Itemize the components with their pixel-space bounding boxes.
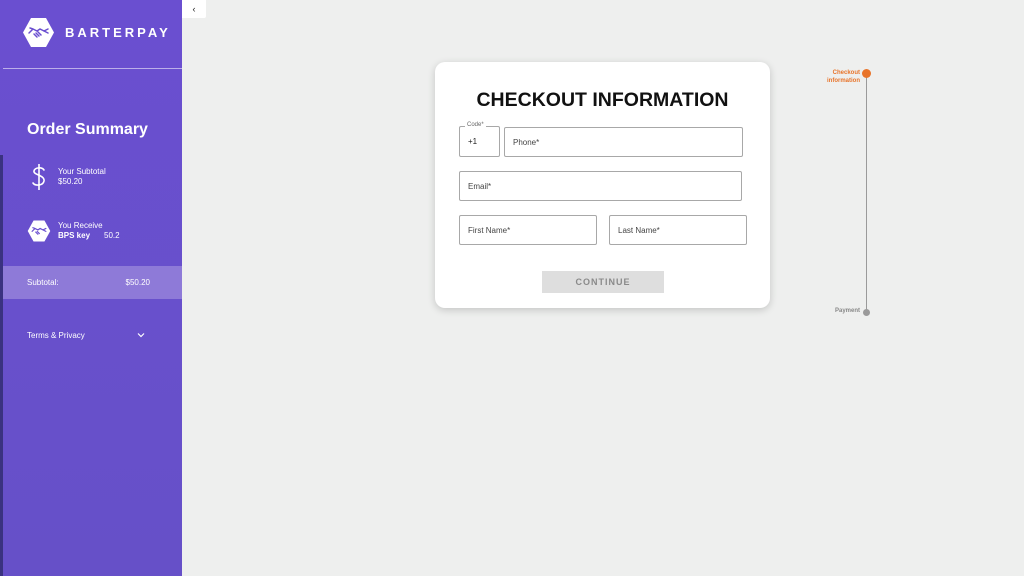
- chevron-down-icon: [137, 331, 145, 340]
- terms-privacy-label: Terms & Privacy: [27, 331, 85, 340]
- dollar-icon: [26, 162, 52, 192]
- receive-amount: 50.2: [104, 231, 120, 240]
- subtotal-bar-label: Subtotal:: [27, 278, 59, 287]
- stepper-line: [866, 74, 867, 312]
- collapse-sidebar-button[interactable]: ‹: [182, 0, 206, 18]
- step-label-payment-line1: Payment: [834, 308, 860, 314]
- step-label-payment[interactable]: Payment: [800, 308, 860, 316]
- handshake-hexagon-icon: [22, 16, 55, 49]
- email-field[interactable]: Email*: [459, 171, 742, 201]
- brand-divider: [3, 68, 182, 69]
- first-name-placeholder: First Name*: [468, 225, 511, 235]
- first-name-field[interactable]: First Name*: [459, 215, 597, 245]
- last-name-field[interactable]: Last Name*: [609, 215, 747, 245]
- receive-item: BPS key: [58, 231, 91, 240]
- order-summary-title: Order Summary: [27, 121, 148, 138]
- sidebar-edge: [0, 155, 3, 576]
- continue-button[interactable]: CONTINUE: [542, 271, 664, 293]
- last-name-placeholder: Last Name*: [618, 225, 660, 235]
- subtotal-bar-value: $50.20: [125, 278, 150, 287]
- step-label-checkout-line1: Checkout: [832, 70, 860, 76]
- order-summary-sidebar: BARTERPAY Order Summary Your Subtotal $5…: [0, 0, 182, 576]
- country-code-field[interactable]: Code* +1: [459, 122, 500, 157]
- country-code-label: Code*: [465, 122, 486, 128]
- step-dot-payment[interactable]: [863, 309, 870, 316]
- phone-placeholder: Phone*: [513, 137, 540, 147]
- email-placeholder: Email*: [468, 181, 492, 191]
- subtotal-bar: Subtotal: $50.20: [3, 266, 182, 299]
- checkout-card: CHECKOUT INFORMATION Code* +1 Phone* Ema…: [435, 62, 770, 308]
- receive-label: You Receive: [58, 221, 103, 230]
- subtotal-value: $50.20: [58, 177, 83, 186]
- receive-summary-row: You Receive BPS key 50.2: [26, 216, 120, 246]
- brand: BARTERPAY: [22, 15, 171, 49]
- chevron-left-icon: ‹: [192, 4, 196, 14]
- step-label-checkout-line2: information: [827, 77, 860, 84]
- phone-field[interactable]: Phone*: [504, 127, 743, 157]
- step-label-checkout[interactable]: Checkout information: [800, 70, 860, 85]
- subtotal-summary-row: Your Subtotal $50.20: [26, 162, 106, 192]
- subtotal-label: Your Subtotal: [58, 167, 106, 176]
- page-title: CHECKOUT INFORMATION: [476, 89, 729, 111]
- country-code-value: +1: [468, 137, 478, 146]
- brand-name: BARTERPAY: [65, 24, 171, 40]
- step-dot-checkout[interactable]: [862, 69, 871, 78]
- terms-privacy-toggle[interactable]: Terms & Privacy: [27, 331, 145, 340]
- handshake-hexagon-icon: [26, 216, 52, 246]
